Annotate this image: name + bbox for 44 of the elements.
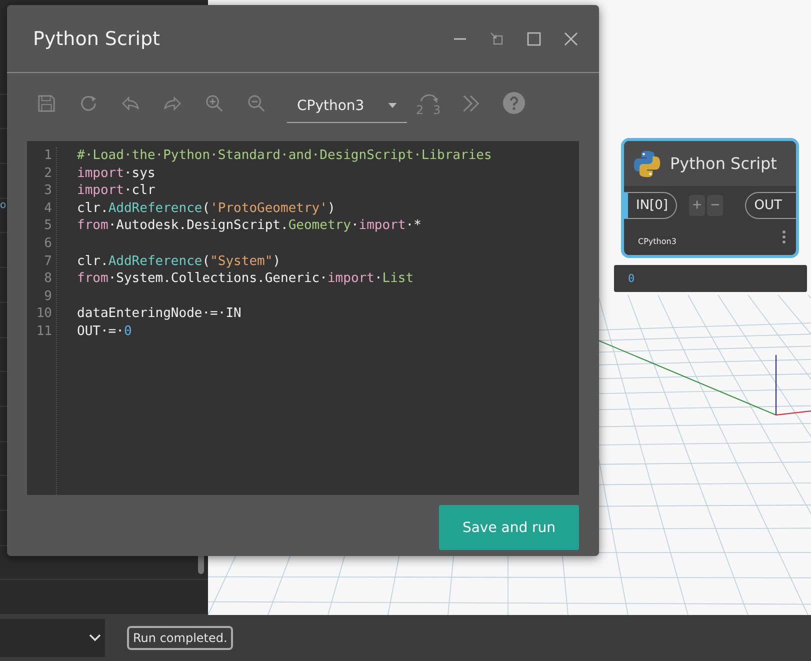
zoom-out-icon[interactable] — [247, 94, 266, 112]
caret-icon — [388, 103, 397, 108]
line-number: 4 — [44, 200, 52, 218]
code-line: OUT·=·0 — [77, 324, 132, 339]
code-line: #·Load·the·Python·Standard·and·DesignScript·Libraries — [77, 148, 492, 163]
line-number: 5 — [44, 217, 52, 235]
python-logo-icon — [632, 148, 662, 178]
sidebar-text: o — [0, 199, 6, 213]
line-number: 1 — [44, 147, 52, 165]
code-line: import·clr — [77, 183, 156, 198]
maximize-icon[interactable] — [526, 30, 542, 46]
code-line: dataEnteringNode·=·IN — [77, 306, 242, 322]
zoom-in-icon[interactable] — [205, 94, 224, 112]
python-node[interactable]: Python Script IN[0] + − OUT CPython3 — [621, 138, 799, 258]
code-editor[interactable] — [27, 141, 579, 495]
code-line: from·System.Collections.Generic·import·List — [77, 271, 414, 286]
input-port[interactable]: IN[0] — [624, 192, 677, 219]
line-number: 2 — [44, 164, 52, 182]
double-chevron-icon[interactable] — [461, 94, 480, 112]
line-number: 10 — [36, 305, 52, 323]
help-icon[interactable] — [503, 92, 525, 114]
node-title: Python Script — [670, 154, 777, 173]
close-icon[interactable] — [563, 30, 579, 46]
output-port[interactable]: OUT — [745, 192, 796, 219]
chevron-icon — [89, 634, 101, 642]
line-number: 9 — [44, 288, 52, 306]
dock-icon[interactable] — [489, 30, 505, 46]
code-line: clr.AddReference('ProtoGeometry') — [77, 200, 336, 216]
engine-label: CPython3 — [638, 237, 676, 246]
line-number: 7 — [44, 252, 52, 270]
more-options-icon[interactable] — [782, 230, 786, 244]
preview-value: 0 — [628, 272, 635, 285]
refresh-icon[interactable] — [79, 94, 98, 112]
line-number: 11 — [36, 322, 52, 341]
engine-dropdown[interactable]: CPython3 — [287, 89, 407, 123]
line-number: 3 — [44, 182, 52, 200]
code-line: clr.AddReference("System") — [77, 254, 281, 269]
status-message: Run completed. — [127, 626, 234, 650]
code-line: import·sys — [77, 166, 156, 181]
line-number: 8 — [44, 270, 52, 288]
save-icon[interactable] — [37, 94, 56, 112]
line-number: 6 — [44, 234, 52, 253]
window-title: Python Script — [33, 28, 160, 50]
code-line: from·Autodesk.DesignScript.Geometry·import·* — [77, 218, 422, 234]
